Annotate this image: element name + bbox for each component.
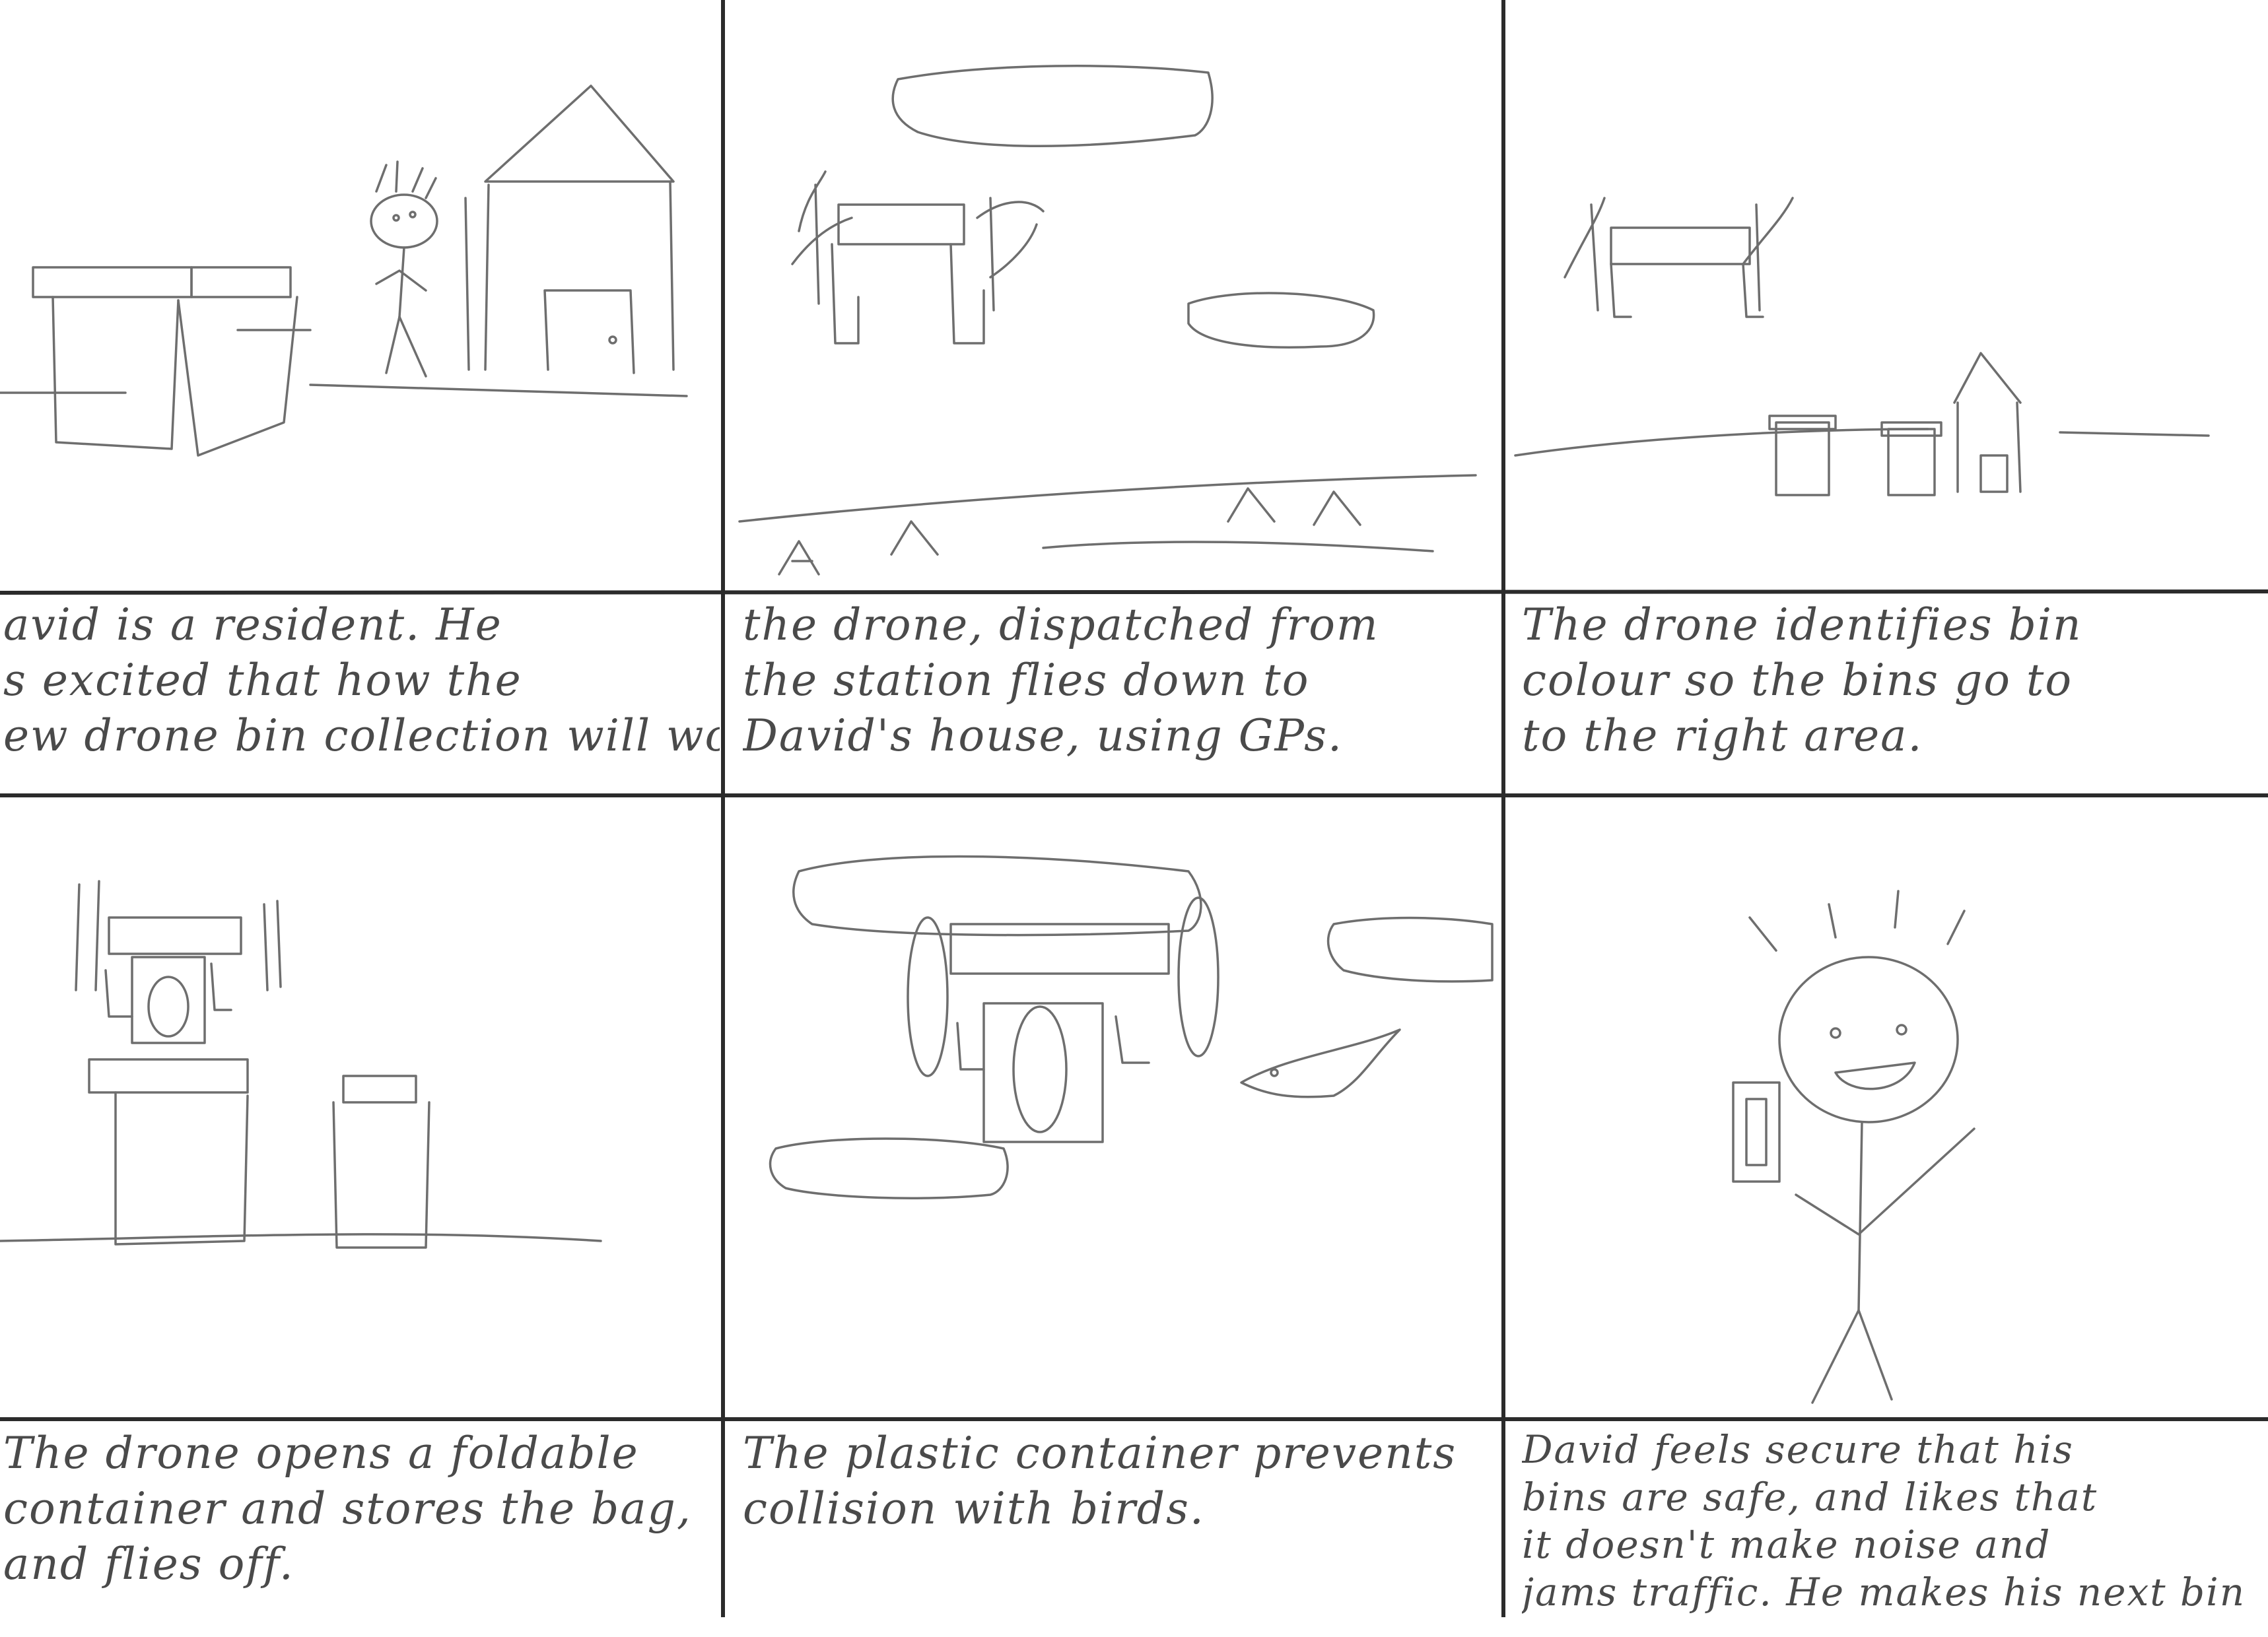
caption-line: the drone, dispatched from	[743, 599, 1379, 650]
panel-grid	[0, 0, 2268, 1617]
caption-line: s excited that how the	[3, 655, 522, 706]
drone-body	[837, 203, 965, 246]
caption-line: it doesn't make noise and	[1522, 1522, 2051, 1567]
person-head	[370, 193, 438, 249]
plastic-container	[982, 1002, 1104, 1143]
house-roof	[484, 84, 675, 183]
smile	[1834, 1061, 1916, 1090]
panel-1-caption: avid is a resident. He s excited that ho…	[3, 597, 720, 764]
drone-body	[1610, 226, 1751, 265]
caption-line: collision with birds.	[743, 1483, 1205, 1534]
caption-line: bins are safe, and likes that	[1522, 1475, 2098, 1520]
panel-2-caption: the drone, dispatched from the station f…	[743, 597, 1499, 764]
caption-line: ew drone bin collection will work.	[3, 710, 720, 761]
panel-5-drawing	[769, 855, 1494, 1199]
panel-4-caption: The drone opens a foldable container and…	[3, 1426, 720, 1592]
caption-line: David's house, using GPs.	[743, 710, 1343, 761]
caption-line: colour so the bins go to	[1522, 655, 2073, 706]
caption-line: container and stores the bag,	[3, 1483, 692, 1534]
caption-line: The drone opens a foldable	[3, 1428, 639, 1479]
panel-4-drawing	[0, 880, 602, 1249]
caption-line: to the right area.	[1522, 710, 1923, 761]
panel-5-caption: The plastic container prevents collision…	[743, 1426, 1499, 1537]
caption-line: avid is a resident. He	[3, 599, 502, 650]
caption-line: the station flies down to	[743, 655, 1310, 706]
panel-3-drawing	[1514, 197, 2210, 496]
panel-2-drawing	[738, 65, 1477, 576]
storyboard: avid is a resident. He s excited that ho…	[0, 0, 2268, 1637]
caption-line: David feels secure that his	[1522, 1427, 2074, 1472]
caption-line: and flies off.	[3, 1539, 294, 1589]
david-head	[1778, 956, 1959, 1123]
caption-line: jams traffic. He makes his next bin	[1522, 1570, 2246, 1615]
bag	[147, 976, 189, 1038]
phone	[1732, 1081, 1781, 1183]
panel-3-caption: The drone identifies bin colour so the b…	[1522, 597, 2265, 764]
drone-body	[949, 923, 1170, 975]
caption-line: The drone identifies bin	[1522, 599, 2082, 650]
cloud	[891, 65, 1214, 147]
panel-6-drawing	[1732, 890, 1976, 1404]
storyboard-sketch	[0, 0, 2268, 1617]
panel-6-caption: David feels secure that his bins are saf…	[1522, 1426, 2265, 1616]
bin-lid	[32, 266, 193, 298]
caption-line: The plastic container prevents	[743, 1428, 1457, 1479]
bird	[1240, 1028, 1401, 1098]
panel-1-drawing	[0, 84, 688, 457]
